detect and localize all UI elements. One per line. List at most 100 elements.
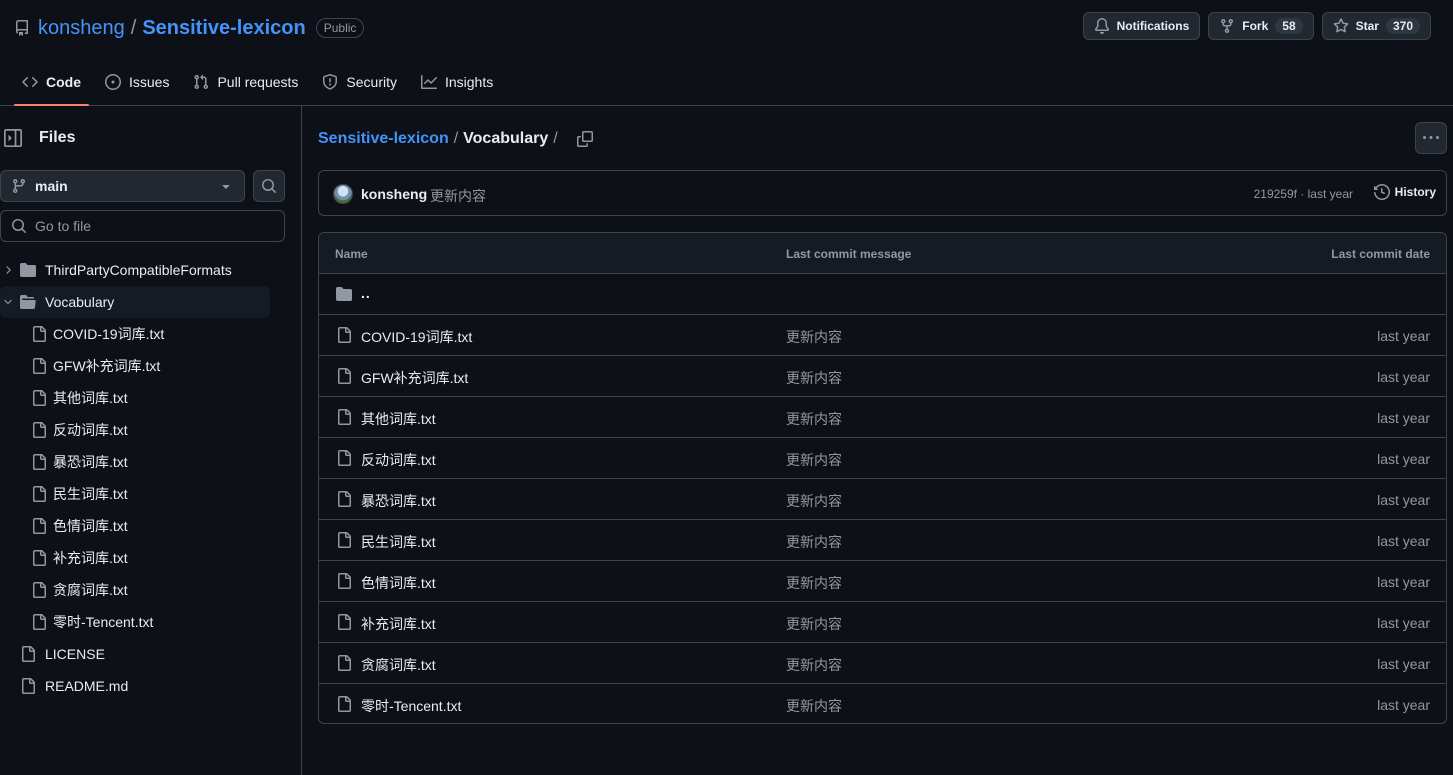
tree-file[interactable]: 补充词库.txt xyxy=(0,542,270,574)
fork-label: Fork xyxy=(1242,19,1269,33)
table-row[interactable]: 暴恐词库.txt 更新内容 last year xyxy=(319,479,1446,520)
tree-file[interactable]: 民生词库.txt xyxy=(0,478,270,510)
tab-security[interactable]: Security xyxy=(314,62,405,102)
tab-issues[interactable]: Issues xyxy=(97,62,177,102)
parent-directory-link[interactable]: .. xyxy=(361,285,371,301)
commit-message-link[interactable]: 更新内容 xyxy=(786,409,842,429)
table-row[interactable]: 反动词库.txt 更新内容 last year xyxy=(319,438,1446,479)
file-name-link[interactable]: 补充词库.txt xyxy=(361,614,436,634)
tab-code-label: Code xyxy=(46,74,81,90)
star-button[interactable]: Star 370 xyxy=(1321,12,1431,40)
tree-file[interactable]: README.md xyxy=(0,670,270,702)
table-row[interactable]: 民生词库.txt 更新内容 last year xyxy=(319,520,1446,561)
file-name-link[interactable]: 贪腐词库.txt xyxy=(361,655,436,675)
folder-icon xyxy=(20,262,36,278)
branch-selector[interactable]: main xyxy=(0,170,245,202)
file-icon xyxy=(336,573,352,589)
tree-file[interactable]: COVID-19词库.txt xyxy=(0,318,270,350)
file-icon xyxy=(31,486,47,502)
tree-folder-thirdparty[interactable]: ThirdPartyCompatibleFormats xyxy=(0,254,270,286)
repo-nav: Code Issues Pull requests Security Insig… xyxy=(14,62,509,106)
issue-opened-icon xyxy=(105,74,121,90)
file-name-link[interactable]: 色情词库.txt xyxy=(361,573,436,593)
commit-sha-and-time[interactable]: 219259f · last year xyxy=(1254,187,1353,201)
commit-message-link[interactable]: 更新内容 xyxy=(786,614,842,634)
tree-item-label: 其他词库.txt xyxy=(53,390,128,406)
sidebar-header: Files xyxy=(0,126,75,150)
repo-name-link[interactable]: Sensitive-lexicon xyxy=(142,17,305,40)
tree-file[interactable]: 色情词库.txt xyxy=(0,510,270,542)
tab-pull-requests[interactable]: Pull requests xyxy=(185,62,306,102)
notifications-button[interactable]: Notifications xyxy=(1082,12,1201,40)
folder-icon xyxy=(336,286,352,302)
file-name-link[interactable]: 暴恐词库.txt xyxy=(361,491,436,511)
notifications-label: Notifications xyxy=(1116,19,1190,33)
more-options-button[interactable] xyxy=(1415,122,1447,154)
file-name-link[interactable]: GFW补充词库.txt xyxy=(361,368,468,388)
table-row[interactable]: 色情词库.txt 更新内容 last year xyxy=(319,561,1446,602)
go-to-file-field[interactable] xyxy=(0,210,285,242)
shield-icon xyxy=(322,74,338,90)
tree-folder-vocabulary[interactable]: Vocabulary xyxy=(0,286,270,318)
commit-message-link[interactable]: 更新内容 xyxy=(430,186,486,206)
file-name-link[interactable]: 反动词库.txt xyxy=(361,450,436,470)
go-to-file-input[interactable] xyxy=(35,218,265,234)
sidebar-collapse-icon[interactable] xyxy=(4,129,22,147)
table-row[interactable]: 零时-Tencent.txt 更新内容 last year xyxy=(319,684,1446,723)
file-icon xyxy=(31,614,47,630)
tree-file[interactable]: LICENSE xyxy=(0,638,270,670)
tab-insights[interactable]: Insights xyxy=(413,62,501,102)
search-files-button[interactable] xyxy=(253,170,285,202)
commit-message-link[interactable]: 更新内容 xyxy=(786,532,842,552)
commit-message-link[interactable]: 更新内容 xyxy=(786,368,842,388)
table-row[interactable]: GFW补充词库.txt 更新内容 last year xyxy=(319,356,1446,397)
commit-message-link[interactable]: 更新内容 xyxy=(786,327,842,347)
git-branch-icon xyxy=(11,178,27,194)
repo-owner-link[interactable]: konsheng xyxy=(38,17,125,40)
file-name-link[interactable]: 民生词库.txt xyxy=(361,532,436,552)
file-icon xyxy=(31,326,47,342)
fork-button[interactable]: Fork 58 xyxy=(1208,12,1314,40)
parent-directory-row[interactable]: .. xyxy=(319,274,1446,315)
commit-message-link[interactable]: 更新内容 xyxy=(786,573,842,593)
table-row[interactable]: 贪腐词库.txt 更新内容 last year xyxy=(319,643,1446,684)
tab-pull-requests-label: Pull requests xyxy=(217,74,299,90)
triangle-down-icon xyxy=(218,178,234,194)
table-row[interactable]: COVID-19词库.txt 更新内容 last year xyxy=(319,315,1446,356)
tree-file[interactable]: 反动词库.txt xyxy=(0,414,270,446)
tree-file[interactable]: 其他词库.txt xyxy=(0,382,270,414)
table-row[interactable]: 其他词库.txt 更新内容 last year xyxy=(319,397,1446,438)
avatar[interactable] xyxy=(333,184,353,204)
visibility-badge: Public xyxy=(315,18,365,38)
file-name-link[interactable]: COVID-19词库.txt xyxy=(361,327,472,347)
commit-message-link[interactable]: 更新内容 xyxy=(786,491,842,511)
commit-message-link[interactable]: 更新内容 xyxy=(786,696,842,716)
tree-file[interactable]: 零时-Tencent.txt xyxy=(0,606,270,638)
commit-author-link[interactable]: konsheng xyxy=(361,186,427,202)
tree-file[interactable]: 贪腐词库.txt xyxy=(0,574,270,606)
commit-message-link[interactable]: 更新内容 xyxy=(786,450,842,470)
tree-item-label: 补充词库.txt xyxy=(53,550,128,566)
commit-date: last year xyxy=(1377,369,1430,385)
file-name-link[interactable]: 零时-Tencent.txt xyxy=(361,696,461,716)
breadcrumb-root-link[interactable]: Sensitive-lexicon xyxy=(318,130,449,148)
tree-item-label: 色情词库.txt xyxy=(53,518,128,534)
file-name-link[interactable]: 其他词库.txt xyxy=(361,409,436,429)
column-header-message: Last commit message xyxy=(786,247,912,261)
history-button[interactable]: History xyxy=(1373,184,1436,200)
chevron-down-icon[interactable] xyxy=(2,296,14,308)
tree-item-label: Vocabulary xyxy=(45,294,115,310)
tree-item-label: GFW补充词库.txt xyxy=(53,358,161,374)
chevron-right-icon[interactable] xyxy=(2,264,14,276)
commit-message-link[interactable]: 更新内容 xyxy=(786,655,842,675)
table-row[interactable]: 补充词库.txt 更新内容 last year xyxy=(319,602,1446,643)
tree-file[interactable]: 暴恐词库.txt xyxy=(0,446,270,478)
repo-title: konsheng / Sensitive-lexicon Public xyxy=(14,14,365,42)
bell-icon xyxy=(1094,18,1110,34)
tab-code[interactable]: Code xyxy=(14,62,89,106)
copy-icon[interactable] xyxy=(576,131,593,147)
file-icon xyxy=(31,454,47,470)
tree-item-label: 暴恐词库.txt xyxy=(53,454,128,470)
tree-file[interactable]: GFW补充词库.txt xyxy=(0,350,270,382)
commit-date: last year xyxy=(1377,410,1430,426)
